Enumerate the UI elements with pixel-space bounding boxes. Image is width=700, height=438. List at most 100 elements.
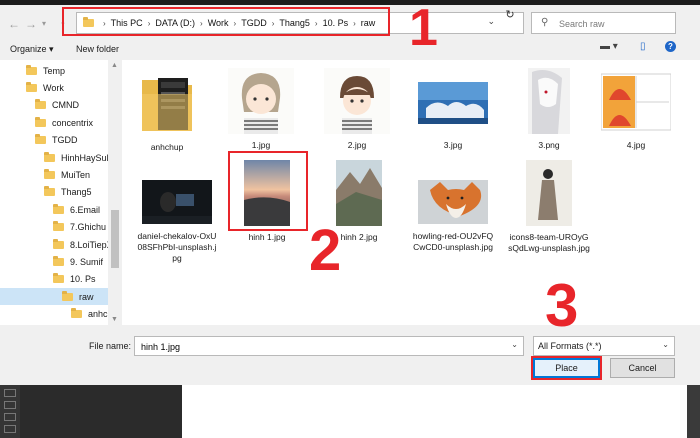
file-name-field[interactable]: ⌄ <box>134 336 524 356</box>
file-name: 2.jpg <box>347 140 367 150</box>
file-name: anhchup <box>150 142 184 152</box>
folder-icon <box>44 151 55 162</box>
image-thumbnail <box>142 180 212 224</box>
file-name: hinh 1.jpg <box>248 232 286 242</box>
sidebar-item[interactable]: TGDD <box>0 132 78 149</box>
format-select[interactable]: All Formats (*.*) ⌄ <box>533 336 675 356</box>
folder-icon <box>53 238 64 249</box>
new-folder-button[interactable]: New folder <box>76 44 119 54</box>
annotation-number-3: 3 <box>545 272 579 339</box>
image-thumbnail <box>336 160 382 226</box>
sidebar-item[interactable]: HinhHaySuDu <box>0 149 118 166</box>
file-item[interactable]: 2.jpg <box>316 68 398 151</box>
file-name: 3.png <box>538 140 560 150</box>
sidebar-item[interactable]: MuiTen <box>0 166 90 183</box>
file-name: howling-red-OU2vFQCwCD0-unsplash.jpg <box>412 231 494 252</box>
refresh-icon[interactable]: ↻ <box>500 8 520 24</box>
sidebar-item[interactable]: anhchup <box>0 306 122 323</box>
scrollbar-thumb[interactable] <box>111 210 119 268</box>
sidebar-item-label: TGDD <box>52 135 78 146</box>
sidebar-item[interactable]: Work <box>0 79 64 96</box>
sidebar-item-label: CMND <box>52 100 79 111</box>
sidebar-item[interactable]: Temp <box>0 62 65 79</box>
file-name: 4.jpg <box>626 140 646 150</box>
sidebar-scrollbar[interactable]: ▲ ▼ <box>108 60 122 325</box>
file-item[interactable]: 4.jpg <box>595 68 677 151</box>
file-name: 1.jpg <box>251 140 271 150</box>
file-name: daniel-chekalov-OxU08SFhPbI-unsplash.jpg <box>137 231 217 263</box>
sidebar-item[interactable]: 9. Sumif <box>0 253 103 270</box>
image-thumbnail <box>528 68 570 134</box>
sidebar-item[interactable]: 7.Ghichu <box>0 219 106 236</box>
chevron-down-icon[interactable]: ⌄ <box>511 340 518 349</box>
folder-icon <box>71 308 82 319</box>
sidebar-item[interactable]: Thang5 <box>0 184 92 201</box>
image-thumbnail <box>228 68 294 134</box>
sidebar-item-label: MuiTen <box>61 169 91 180</box>
sidebar-item[interactable]: raw <box>0 288 108 306</box>
recent-dropdown-icon[interactable]: ▾ <box>42 19 46 28</box>
sidebar-item[interactable]: CMND <box>0 97 79 114</box>
image-thumbnail <box>600 73 672 131</box>
sidebar-item-label: 7.Ghichu <box>70 222 107 233</box>
folder-icon <box>53 255 64 266</box>
sidebar-item-label: Temp <box>43 65 66 76</box>
image-thumbnail <box>418 82 488 124</box>
file-name: icons8-team-UROyGsQdLwg-unsplash.jpg <box>508 232 590 253</box>
annotation-number-1: 1 <box>409 0 438 57</box>
file-item[interactable]: daniel-chekalov-OxU08SFhPbI-unsplash.jpg <box>136 160 218 264</box>
sidebar-item[interactable]: concentrix <box>0 114 93 131</box>
annotation-box-address <box>62 7 390 36</box>
image-thumbnail <box>324 68 390 134</box>
sidebar-item-label: Work <box>43 82 64 93</box>
search-input[interactable] <box>557 16 671 32</box>
folder-icon <box>44 168 55 179</box>
file-name: 3.jpg <box>443 140 463 150</box>
file-item[interactable]: icons8-team-UROyGsQdLwg-unsplash.jpg <box>508 160 590 254</box>
file-list: anhchup 1.jpg 2.jpg 3.jpg 3.png 4.jpg da… <box>122 60 700 325</box>
folder-icon <box>142 78 192 131</box>
scroll-down-icon[interactable]: ▼ <box>111 316 118 323</box>
view-options-icon[interactable]: ▬ ▾ <box>600 41 618 52</box>
sidebar-item-label: 10. Ps <box>70 274 96 285</box>
sidebar-item-label: 6.Email <box>70 204 101 215</box>
sidebar-item-label: Thang5 <box>61 187 92 198</box>
folder-icon <box>53 273 64 284</box>
file-name-label: File name: <box>89 341 132 351</box>
folder-icon <box>53 203 64 214</box>
sidebar-item-label: concentrix <box>52 117 94 128</box>
file-item[interactable]: 3.png <box>508 68 590 151</box>
file-name-input[interactable] <box>139 340 503 354</box>
annotation-box-file <box>228 151 308 231</box>
annotation-box-place <box>531 356 602 380</box>
file-item[interactable]: anhchup <box>126 72 208 153</box>
sidebar-item[interactable]: 10. Ps <box>0 271 96 288</box>
sidebar-item-label: raw <box>79 291 94 302</box>
search-box[interactable]: ⚲ <box>531 12 676 34</box>
file-item[interactable]: 3.jpg <box>412 68 494 151</box>
format-select-value: All Formats (*.*) <box>538 341 602 351</box>
chevron-down-icon[interactable]: ⌄ <box>487 16 495 27</box>
sidebar-item[interactable]: 8.LoiTiepXuc <box>0 236 122 253</box>
back-icon[interactable]: ← <box>8 17 20 31</box>
cancel-button[interactable]: Cancel <box>610 358 675 378</box>
search-icon: ⚲ <box>541 17 549 28</box>
sidebar-item[interactable]: 6.Email <box>0 201 100 218</box>
organize-button[interactable]: Organize ▾ <box>10 44 54 55</box>
file-item[interactable]: howling-red-OU2vFQCwCD0-unsplash.jpg <box>412 160 494 253</box>
image-thumbnail <box>418 180 488 224</box>
sidebar-item-label: 9. Sumif <box>70 256 104 267</box>
toolbar: Organize ▾ New folder ▬ ▾ ▯ ? <box>0 38 700 60</box>
folder-icon <box>35 116 46 127</box>
help-icon[interactable]: ? <box>665 41 676 52</box>
annotation-number-2: 2 <box>309 218 342 283</box>
panel-strip <box>687 385 700 438</box>
forward-icon[interactable]: → <box>25 17 37 31</box>
document-canvas <box>182 385 687 438</box>
scroll-up-icon[interactable]: ▲ <box>111 62 118 69</box>
file-item[interactable]: 1.jpg <box>220 68 302 151</box>
folder-icon <box>53 221 64 232</box>
tool-panel <box>0 385 20 438</box>
folder-icon <box>62 290 73 301</box>
preview-pane-icon[interactable]: ▯ <box>640 41 646 52</box>
